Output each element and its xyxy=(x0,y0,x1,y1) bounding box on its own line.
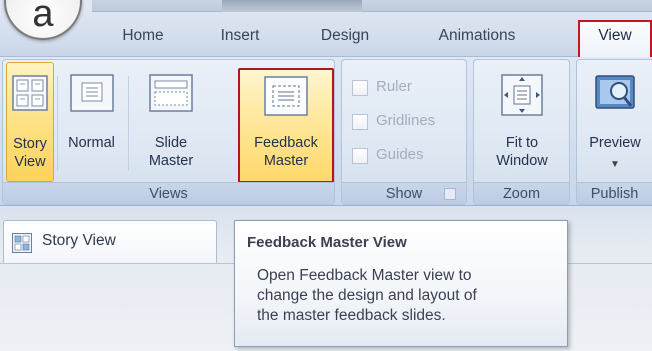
tab-design[interactable]: Design xyxy=(299,24,391,57)
slide-master-icon xyxy=(149,74,193,117)
chevron-down-icon[interactable]: ▼ xyxy=(579,156,651,174)
preview-icon xyxy=(594,74,636,119)
slide-master-label: Slide Master xyxy=(148,135,194,169)
ribbon-tab-row: a Home Insert Design Animations View xyxy=(0,0,652,58)
gridlines-checkbox-box[interactable] xyxy=(352,114,368,130)
feedback-master-tooltip: Feedback Master View Open Feedback Maste… xyxy=(234,220,568,347)
tab-animations[interactable]: Animations xyxy=(398,24,556,57)
dialog-launcher-icon[interactable] xyxy=(444,188,456,200)
story-view-tab-label: Story View xyxy=(42,232,116,249)
tab-view[interactable]: View xyxy=(578,20,652,58)
application-menu-button[interactable]: a xyxy=(4,0,82,40)
tooltip-body: Open Feedback Master view to change the … xyxy=(257,267,477,324)
preview-button[interactable]: Preview ▼ xyxy=(579,62,651,182)
preview-label: Preview xyxy=(589,135,641,151)
tab-insert[interactable]: Insert xyxy=(196,24,284,57)
title-bar-highlight xyxy=(222,0,362,12)
fit-to-window-icon xyxy=(501,74,543,121)
guides-label: Guides xyxy=(376,146,424,163)
feedback-master-label: Feedback Master xyxy=(254,135,318,169)
gridlines-label: Gridlines xyxy=(376,112,436,129)
show-group: Ruler Gridlines Guides Show xyxy=(341,59,467,205)
slide-master-button[interactable]: Slide Master xyxy=(129,62,213,182)
tab-home[interactable]: Home xyxy=(100,24,186,57)
feedback-master-icon xyxy=(264,76,308,121)
normal-view-button[interactable]: Normal xyxy=(58,62,125,182)
ribbon: Story View Normal Slide Master Feedback … xyxy=(0,57,652,206)
story-view-tab-icon xyxy=(12,233,32,258)
fit-to-window-button[interactable]: Fit to Window xyxy=(478,62,566,182)
tooltip-title: Feedback Master View xyxy=(247,234,407,251)
normal-view-label: Normal xyxy=(68,135,115,151)
publish-group-label: Publish xyxy=(577,182,652,204)
views-group: Story View Normal Slide Master Feedback … xyxy=(2,59,335,205)
show-group-title: Show xyxy=(385,186,423,202)
story-view-button[interactable]: Story View xyxy=(6,62,54,182)
feedback-master-button[interactable]: Feedback Master xyxy=(238,68,334,183)
normal-view-icon xyxy=(69,74,114,117)
app-logo-letter: a xyxy=(32,0,54,35)
story-view-label: Story View xyxy=(13,136,47,170)
views-group-label: Views xyxy=(3,182,334,204)
ruler-label: Ruler xyxy=(376,78,412,95)
publish-group: Preview ▼ Publish xyxy=(576,59,652,205)
zoom-group-label: Zoom xyxy=(474,182,569,204)
guides-checkbox-box[interactable] xyxy=(352,148,368,164)
ruler-checkbox-box[interactable] xyxy=(352,80,368,96)
fit-to-window-label: Fit to Window xyxy=(496,135,548,169)
zoom-group: Fit to Window Zoom xyxy=(473,59,570,205)
story-view-tab[interactable]: Story View xyxy=(3,220,217,264)
story-view-icon xyxy=(12,75,48,116)
title-bar xyxy=(92,0,652,12)
